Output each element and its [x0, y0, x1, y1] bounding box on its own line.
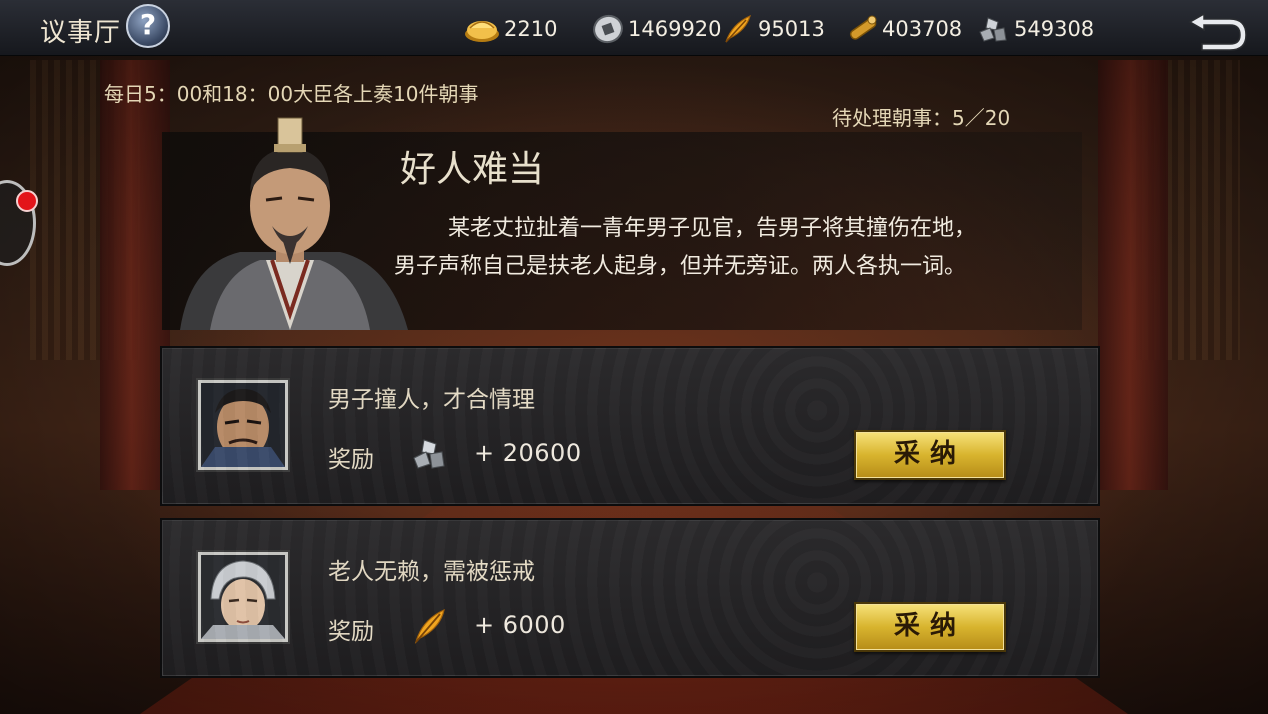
stone-icon [410, 434, 450, 474]
timber-amount: 403708 [882, 17, 963, 41]
silver-coin-icon [592, 14, 624, 44]
pending-count: 待处理朝事：5／20 [832, 106, 1011, 130]
option-2-reward-amount: + 6000 [474, 611, 566, 639]
feather-resource: 95013 [722, 14, 825, 44]
option-1-reward-label: 奖励 [328, 447, 374, 473]
option-2-text: 老人无赖，需被惩戒 [328, 559, 535, 585]
feather-icon [722, 14, 754, 44]
event-description-line-1: 某老丈拉扯着一青年男子见官，告男子将其撞伤在地， [448, 216, 977, 241]
stone-amount: 549308 [1014, 17, 1095, 41]
back-button[interactable] [1184, 6, 1248, 52]
timber-resource: 403708 [846, 14, 962, 44]
advisor-portrait-1 [196, 378, 290, 472]
advisor-portrait-2 [196, 550, 290, 644]
option-1-reward-amount: + 20600 [474, 439, 582, 467]
option-1-text: 男子撞人，才合情理 [328, 387, 535, 413]
gold-resource: 2210 [464, 14, 557, 44]
daily-schedule-note: 每日5：00和18：00大臣各上奏10件朝事 [104, 82, 479, 106]
event-description: 某老丈拉扯着一青年男子见官，告男子将其撞伤在地， 男子声称自己是扶老人起身，但并… [394, 210, 1064, 286]
stone-resource: 549308 [976, 14, 1094, 44]
help-button[interactable]: ? [126, 4, 170, 48]
page-title: 议事厅 [40, 18, 122, 48]
notification-dot [16, 190, 38, 212]
stone-icon [976, 14, 1010, 44]
gold-ingot-icon [464, 14, 500, 44]
gold-amount: 2210 [504, 17, 558, 41]
event-title: 好人难当 [400, 149, 545, 190]
feather-amount: 95013 [758, 17, 825, 41]
back-arrow-icon [1188, 12, 1247, 51]
option-2-reward-label: 奖励 [328, 619, 374, 645]
silver-amount: 1469920 [628, 17, 722, 41]
minister-portrait [170, 114, 410, 330]
event-description-line-2: 男子声称自己是扶老人起身，但并无旁证。两人各执一词。 [394, 254, 967, 279]
top-bar: 议事厅 ? 2210 1469920 95013 403708 549308 [0, 0, 1268, 56]
option-card-1: 男子撞人，才合情理 奖励 + 20600 采纳 [160, 346, 1100, 506]
silver-resource: 1469920 [592, 14, 722, 44]
event-card: 好人难当 某老丈拉扯着一青年男子见官，告男子将其撞伤在地， 男子声称自己是扶老人… [162, 117, 1082, 330]
feather-icon [410, 606, 450, 646]
timber-icon [846, 14, 878, 44]
option-card-2: 老人无赖，需被惩戒 奖励 + 6000 采纳 [160, 518, 1100, 678]
adopt-button-1[interactable]: 采纳 [854, 430, 1006, 480]
adopt-button-2[interactable]: 采纳 [854, 602, 1006, 652]
